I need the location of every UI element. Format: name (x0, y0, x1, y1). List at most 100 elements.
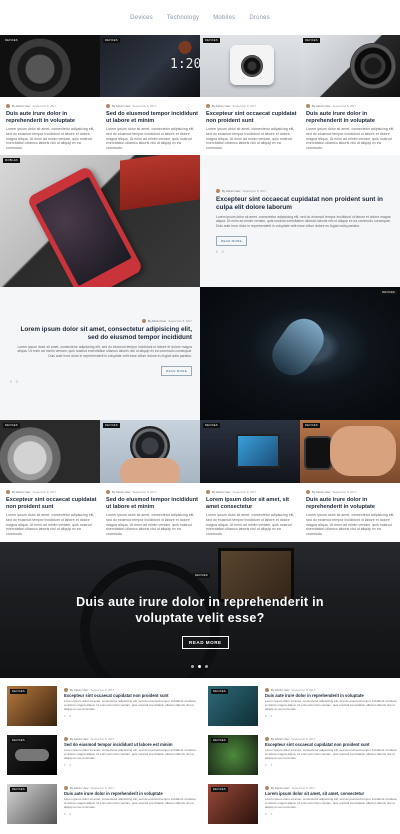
author-name[interactable]: By Admin User (271, 786, 290, 790)
category-tag[interactable]: DEVICES (3, 38, 20, 43)
author-name[interactable]: By Admin User (212, 490, 231, 494)
post-title[interactable]: Excepteur sint occaecat cupidatat non pr… (6, 497, 98, 511)
author-name[interactable]: By Admin User (70, 688, 89, 692)
feature-title[interactable]: Excepteur sint occaecat cupidatat non pr… (216, 196, 392, 213)
list-thumb[interactable]: DEVICES (7, 784, 57, 824)
author-name[interactable]: By Admin User (271, 737, 290, 741)
post-image-headphones[interactable]: DEVICES (0, 35, 100, 97)
read-more-button[interactable]: READ MORE (161, 365, 192, 376)
category-tag[interactable]: DEVICES (203, 38, 220, 43)
feature-image-phone[interactable]: MOBILES (0, 155, 200, 287)
category-tag[interactable]: DEVICES (193, 573, 210, 578)
post-title[interactable]: Duis aute irure dolor in reprehenderit i… (306, 111, 398, 125)
post-date: September 8, 2017 (291, 688, 316, 692)
slider-dot[interactable] (191, 665, 194, 668)
post-card: By Admin User September 8, 2017 Sed do ei… (106, 490, 198, 537)
category-tag[interactable]: DEVICES (303, 38, 320, 43)
author-name[interactable]: By Admin User (148, 319, 167, 323)
post-title[interactable]: Excepteur sint occaecat cupidatat non pr… (265, 742, 397, 747)
category-tag[interactable]: DEVICES (10, 787, 27, 792)
post-image-clock[interactable]: DEVICES 1:20 (100, 35, 200, 97)
nav-mobiles[interactable]: Mobiles (213, 15, 235, 21)
slider-dot[interactable] (205, 665, 208, 668)
category-tag[interactable]: DEVICES (3, 423, 20, 428)
post-excerpt: Lorem ipsum dolor sit amet, consectetur … (64, 797, 196, 809)
list-thumb[interactable]: DEVICES (208, 784, 258, 824)
author-name[interactable]: By Admin User (212, 104, 231, 108)
post-image-speaker[interactable]: DEVICES (0, 420, 100, 483)
like-count: 0 (270, 763, 273, 767)
hero-read-more-button[interactable]: READ MORE (182, 636, 229, 649)
comment-count: 0 (64, 763, 66, 767)
post-title[interactable]: Duis aute irure dolor in reprehenderit i… (265, 693, 397, 698)
nav-devices[interactable]: Devices (130, 15, 153, 21)
list-thumb[interactable]: DEVICES (208, 735, 258, 775)
author-name[interactable]: By Admin User (70, 737, 89, 741)
category-tag[interactable]: DEVICES (103, 38, 120, 43)
post-title[interactable]: Excepteur sint occaecat cupidatat non pr… (206, 111, 298, 125)
post-image-lens[interactable]: DEVICES (300, 35, 400, 97)
author-name[interactable]: By Admin User (70, 786, 89, 790)
author-name[interactable]: By Admin User (12, 104, 31, 108)
author-name[interactable]: By Admin User (222, 189, 241, 193)
post-title[interactable]: Duis aute irure dolor in reprehenderit i… (306, 497, 398, 511)
post-card: By Admin User September 8, 2017 Excepteur… (6, 490, 98, 537)
post-title[interactable]: Sed do eiusmod tempor incididunt ut labo… (106, 111, 198, 125)
author-name[interactable]: By Admin User (112, 490, 131, 494)
author-name[interactable]: By Admin User (271, 688, 290, 692)
category-tag[interactable]: DEVICES (203, 423, 220, 428)
clock-display: 1:20 (170, 57, 200, 72)
post-title[interactable]: Lorem ipsum dolor sit amet, sit amet con… (206, 497, 298, 511)
comment-count: 0 (10, 379, 12, 384)
box-lid (120, 155, 200, 211)
post-title[interactable]: Sed do eiusmod tempor incididunt ut labo… (106, 497, 198, 511)
category-tag[interactable]: MOBILES (3, 158, 20, 163)
list-thumb[interactable]: DEVICES (7, 686, 57, 726)
post-title[interactable]: Sed do eiusmod tempor incididunt ut labo… (64, 742, 196, 747)
author-name[interactable]: By Admin User (112, 104, 131, 108)
category-tag[interactable]: DEVICES (10, 689, 27, 694)
post-title[interactable]: Excepteur sint occaecat cupidatat non pr… (64, 693, 196, 698)
like-count: 0 (15, 379, 18, 384)
feature-image-speaker[interactable]: DEVICES (200, 287, 400, 420)
hero-title[interactable]: Duis aute irure dolor in reprehenderit i… (0, 594, 400, 626)
category-tag[interactable]: DEVICES (211, 738, 228, 743)
post-image-camera[interactable]: DEVICES (200, 35, 300, 97)
category-tag[interactable]: DEVICES (10, 738, 27, 743)
post-title[interactable]: Lorem ipsum dolor sit amet, sit amet, co… (265, 791, 397, 796)
like-count: 0 (69, 812, 72, 816)
list-item: DEVICES By Admin User September 8, 2017 L… (208, 784, 398, 826)
category-tag[interactable]: DEVICES (380, 290, 397, 295)
category-tag[interactable]: DEVICES (103, 423, 120, 428)
post-date: September 8, 2017 (90, 737, 115, 741)
category-tag[interactable]: DEVICES (303, 423, 320, 428)
post-title[interactable]: Duis aute irure dolor in reprehenderit i… (6, 111, 98, 125)
post-card: By Admin User September 8, 2017 Duis aute… (6, 104, 98, 151)
category-tag[interactable]: DEVICES (211, 689, 228, 694)
nav-drones[interactable]: Drones (249, 15, 270, 21)
post-excerpt: Lorem ipsum dolor sit amet, consectetur … (306, 127, 395, 151)
post-image-tablet[interactable]: DEVICES (200, 420, 300, 483)
list-item: DEVICES By Admin User September 8, 2017 D… (7, 784, 197, 826)
post-date: September 8, 2017 (132, 104, 157, 108)
author-avatar (106, 104, 110, 108)
post-title[interactable]: Duis aute irure dolor in reprehenderit i… (64, 791, 196, 796)
like-count: 0 (69, 714, 72, 718)
feature-title[interactable]: Lorem ipsum dolor sit amet, consectetur … (10, 326, 192, 343)
post-excerpt: Lorem ipsum dolor sit amet, consectetur … (106, 127, 195, 151)
list-thumb[interactable]: DEVICES (208, 686, 258, 726)
nav-technology[interactable]: Technology (167, 15, 199, 21)
author-name[interactable]: By Admin User (312, 104, 331, 108)
hand (120, 458, 180, 483)
post-image-hand-device[interactable]: DEVICES (100, 420, 200, 483)
post-excerpt: Lorem ipsum dolor sit amet, consectetur … (206, 127, 295, 151)
slider-dot-active[interactable] (198, 665, 201, 668)
comment-count: 0 (265, 812, 267, 816)
author-name[interactable]: By Admin User (312, 490, 331, 494)
author-name[interactable]: By Admin User (12, 490, 31, 494)
author-avatar (141, 319, 146, 323)
list-thumb[interactable]: DEVICES (7, 735, 57, 775)
read-more-button[interactable]: READ MORE (216, 235, 247, 246)
category-tag[interactable]: DEVICES (211, 787, 228, 792)
post-image-watch[interactable]: DEVICES (300, 420, 400, 483)
